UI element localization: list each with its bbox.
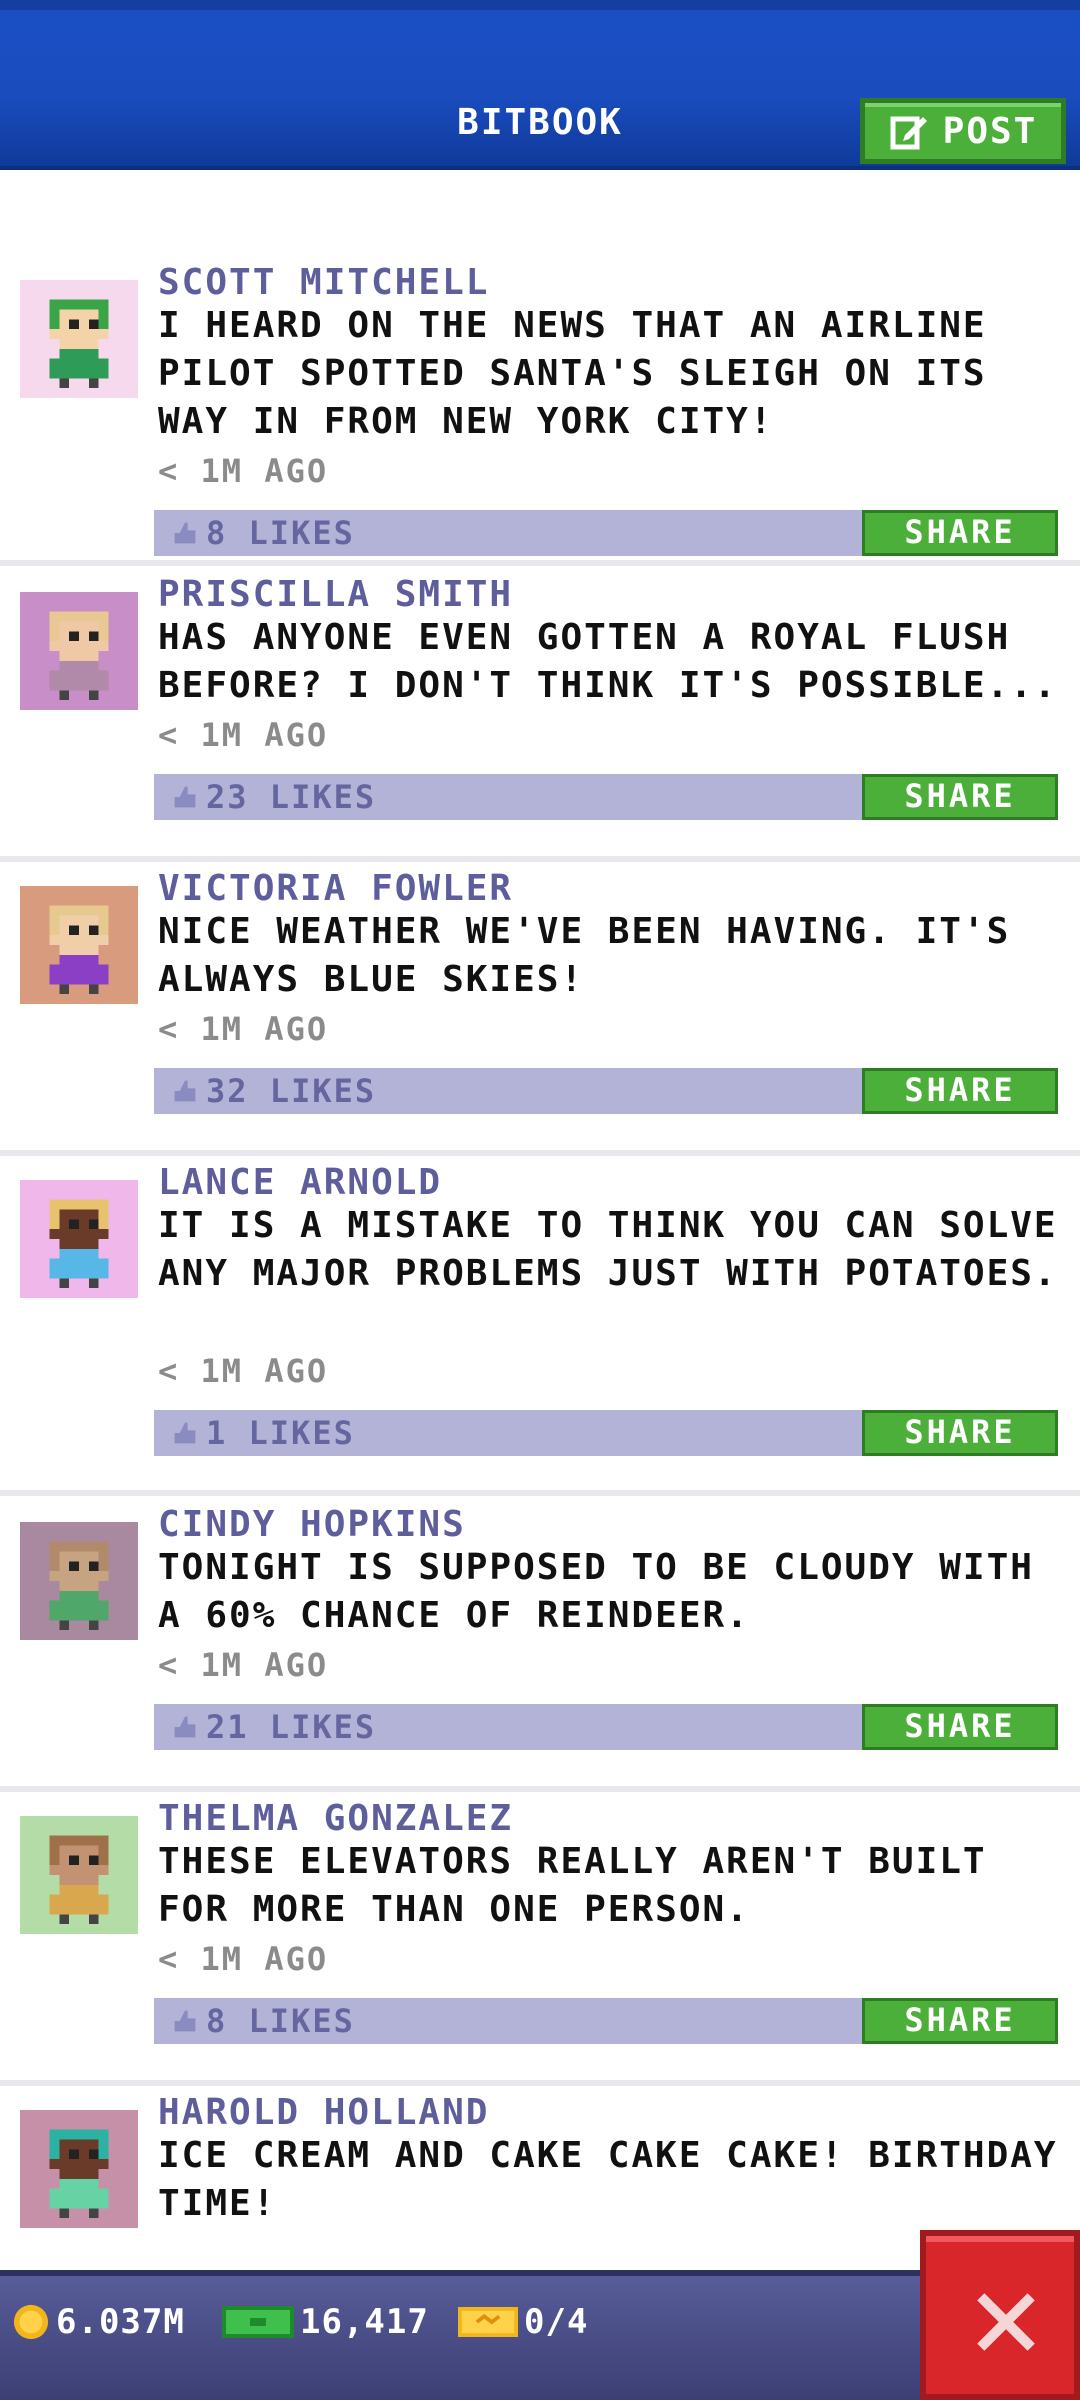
post-card: HAROLD HOLLAND ICE CREAM AND CAKE CAKE C…	[0, 2092, 1080, 2270]
post-time: < 1M AGO	[158, 716, 329, 754]
like-bar[interactable]: 8 LIKES SHARE	[154, 510, 1058, 556]
ticket-icon	[458, 2307, 518, 2337]
like-count-label: 32 LIKES	[206, 1072, 377, 1110]
share-button[interactable]: SHARE	[862, 1068, 1058, 1114]
avatar	[20, 2110, 138, 2228]
like-bar[interactable]: 21 LIKES SHARE	[154, 1704, 1058, 1750]
post-message: HAS ANYONE EVEN GOTTEN A ROYAL FLUSH BEF…	[158, 617, 1058, 706]
bux-value: 16,417	[300, 2302, 429, 2342]
post-card: SCOTT MITCHELL I HEARD ON THE NEWS THAT …	[0, 262, 1080, 566]
like-count-label: 8 LIKES	[206, 2002, 355, 2040]
share-button[interactable]: SHARE	[862, 1704, 1058, 1750]
thumbs-up-icon	[174, 1080, 196, 1102]
post-author: PRISCILLA SMITH	[158, 574, 514, 615]
bux-icon	[222, 2306, 294, 2338]
like-bar[interactable]: 1 LIKES SHARE	[154, 1410, 1058, 1456]
post-author: SCOTT MITCHELL	[158, 262, 490, 303]
app-header: BITBOOK POST	[0, 0, 1080, 170]
post-button[interactable]: POST	[860, 98, 1066, 164]
post-time: < 1M AGO	[158, 1646, 329, 1684]
avatar	[20, 886, 138, 1004]
close-icon	[977, 2293, 1035, 2351]
post-message: THESE ELEVATORS REALLY AREN'T BUILT FOR …	[158, 1841, 987, 1930]
avatar	[20, 280, 138, 398]
like-count-label: 23 LIKES	[206, 778, 377, 816]
post-message: I HEARD ON THE NEWS THAT AN AIRLINE PILO…	[158, 305, 987, 442]
person-icon	[20, 886, 138, 1004]
post-author: VICTORIA FOWLER	[158, 868, 514, 909]
post-author: LANCE ARNOLD	[158, 1162, 443, 1203]
thumbs-up-icon	[174, 1422, 196, 1444]
edit-icon	[890, 116, 927, 150]
like-bar[interactable]: 32 LIKES SHARE	[154, 1068, 1058, 1114]
tickets-value: 0/4	[524, 2302, 589, 2342]
post-message: IT IS A MISTAKE TO THINK YOU CAN SOLVE A…	[158, 1205, 1058, 1294]
like-bar[interactable]: 23 LIKES SHARE	[154, 774, 1058, 820]
like-count-label: 1 LIKES	[206, 1414, 355, 1452]
like-count[interactable]: 8 LIKES	[172, 2002, 355, 2040]
post-card: VICTORIA FOWLER NICE WEATHER WE'VE BEEN …	[0, 868, 1080, 1156]
post-author: HAROLD HOLLAND	[158, 2092, 490, 2133]
person-icon	[20, 2110, 138, 2228]
person-icon	[20, 1180, 138, 1298]
like-count[interactable]: 21 LIKES	[172, 1708, 376, 1746]
post-card: THELMA GONZALEZ THESE ELEVATORS REALLY A…	[0, 1798, 1080, 2086]
like-count[interactable]: 32 LIKES	[172, 1072, 376, 1110]
post-time: < 1M AGO	[158, 1010, 329, 1048]
post-author: CINDY HOPKINS	[158, 1504, 466, 1545]
post-message: NICE WEATHER WE'VE BEEN HAVING. IT'S ALW…	[158, 911, 1011, 1000]
thumbs-up-icon	[174, 2010, 196, 2032]
like-bar[interactable]: 8 LIKES SHARE	[154, 1998, 1058, 2044]
post-time: < 1M AGO	[158, 1940, 329, 1978]
post-message: TONIGHT IS SUPPOSED TO BE CLOUDY WITH A …	[158, 1547, 1034, 1636]
like-count-label: 8 LIKES	[206, 514, 355, 552]
status-bar: 6.037M 16,417 0/4	[0, 2270, 1080, 2400]
post-author: THELMA GONZALEZ	[158, 1798, 514, 1839]
person-icon	[20, 1816, 138, 1934]
avatar	[20, 592, 138, 710]
post-card: LANCE ARNOLD IT IS A MISTAKE TO THINK YO…	[0, 1162, 1080, 1496]
share-button[interactable]: SHARE	[862, 510, 1058, 556]
like-count[interactable]: 23 LIKES	[172, 778, 376, 816]
post-button-label: POST	[942, 110, 1038, 152]
avatar	[20, 1180, 138, 1298]
avatar	[20, 1522, 138, 1640]
share-button[interactable]: SHARE	[862, 1410, 1058, 1456]
avatar	[20, 1816, 138, 1934]
close-button[interactable]	[920, 2230, 1080, 2400]
feed-list[interactable]: SCOTT MITCHELL I HEARD ON THE NEWS THAT …	[0, 170, 1080, 2270]
thumbs-up-icon	[174, 522, 196, 544]
coins-stat: 6.037M	[12, 2302, 185, 2342]
tickets-stat: 0/4	[458, 2302, 588, 2342]
post-time: < 1M AGO	[158, 1352, 329, 1390]
bux-stat: 16,417	[222, 2302, 429, 2342]
thumbs-up-icon	[174, 786, 196, 808]
share-button[interactable]: SHARE	[862, 774, 1058, 820]
coins-value: 6.037M	[56, 2302, 185, 2342]
post-card: CINDY HOPKINS TONIGHT IS SUPPOSED TO BE …	[0, 1504, 1080, 1792]
like-count[interactable]: 8 LIKES	[172, 514, 355, 552]
person-icon	[20, 1522, 138, 1640]
post-message: ICE CREAM AND CAKE CAKE CAKE! BIRTHDAY T…	[158, 2135, 1058, 2224]
share-button[interactable]: SHARE	[862, 1998, 1058, 2044]
person-icon	[20, 280, 138, 398]
like-count[interactable]: 1 LIKES	[172, 1414, 355, 1452]
thumbs-up-icon	[174, 1716, 196, 1738]
person-icon	[20, 592, 138, 710]
post-card: PRISCILLA SMITH HAS ANYONE EVEN GOTTEN A…	[0, 574, 1080, 862]
post-time: < 1M AGO	[158, 452, 329, 490]
like-count-label: 21 LIKES	[206, 1708, 377, 1746]
coin-icon	[13, 2304, 49, 2340]
